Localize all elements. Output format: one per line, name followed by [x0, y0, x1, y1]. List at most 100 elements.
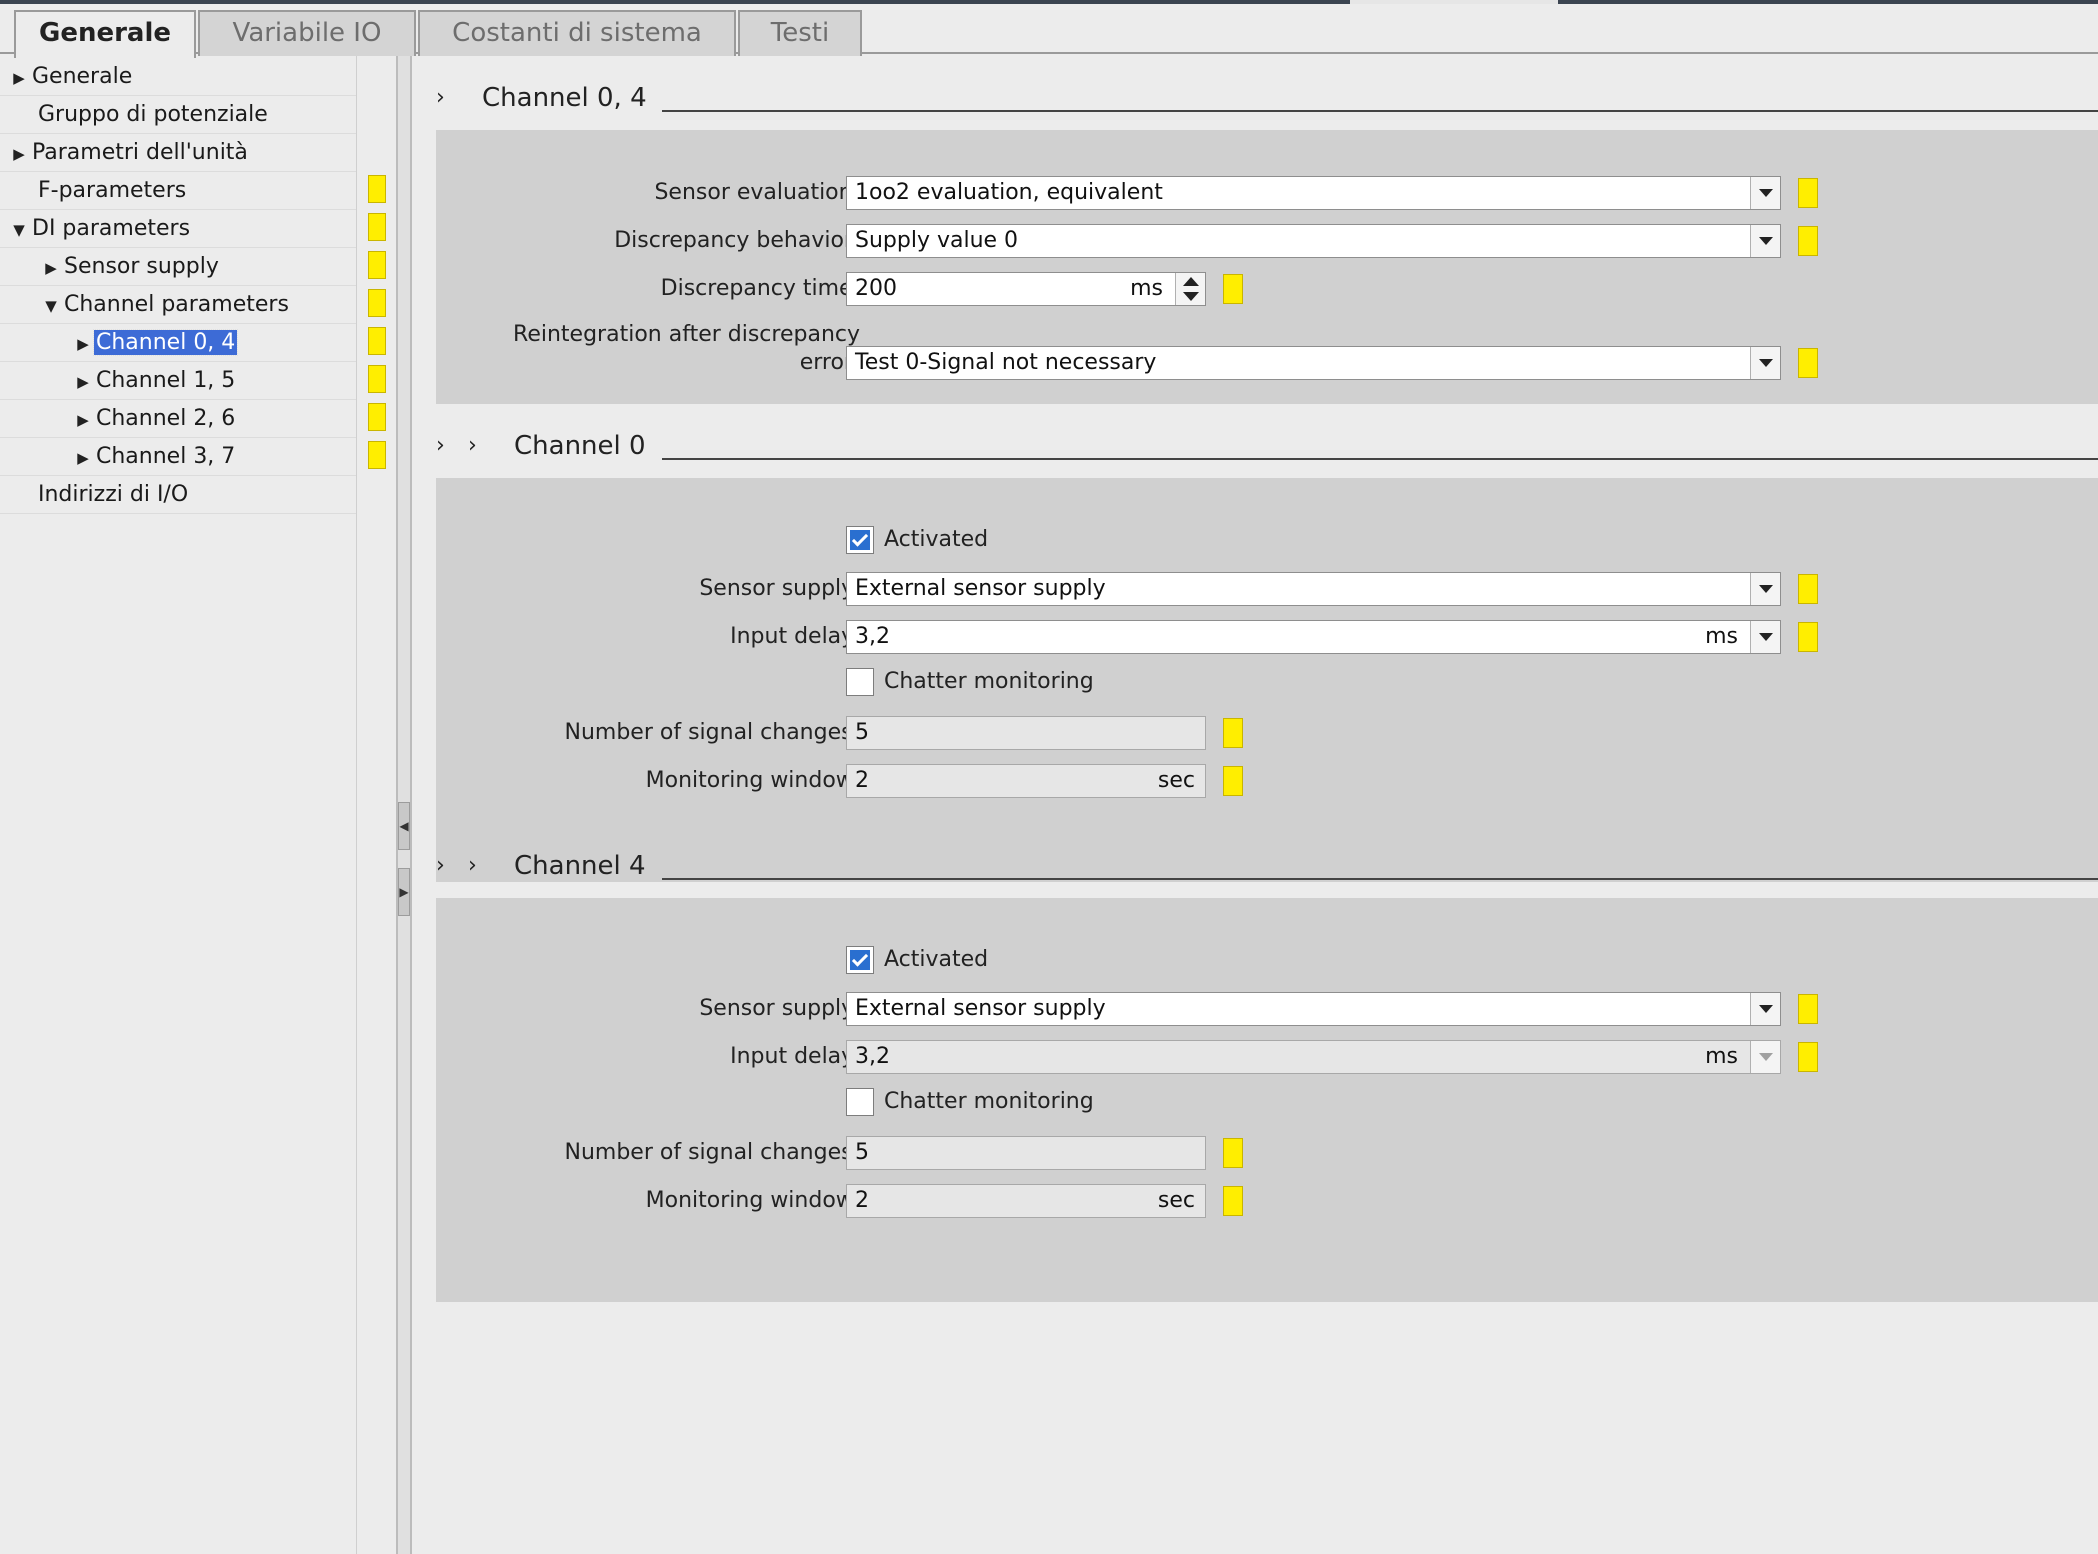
status-marker: [1223, 766, 1243, 796]
tab-testi[interactable]: Testi: [738, 10, 862, 56]
panel-channel-4: Activated Sensor supply: External sensor…: [436, 898, 2098, 1302]
nav-item-di-parameters[interactable]: ▼ DI parameters: [0, 210, 356, 248]
expand-arrow-icon[interactable]: ▶: [8, 135, 30, 173]
nav-item-channel-0-4[interactable]: ▶ Channel 0, 4: [0, 324, 356, 362]
status-marker: [1798, 622, 1818, 652]
section-divider: [662, 458, 2098, 460]
chevron-down-icon[interactable]: [1750, 177, 1780, 209]
tab-variabile-io[interactable]: Variabile IO: [198, 10, 416, 56]
discrepancy-time-spinbox[interactable]: 200 ms: [846, 272, 1206, 306]
nav-item-channel-parameters[interactable]: ▼ Channel parameters: [0, 286, 356, 324]
chatter-monitoring-label: Chatter monitoring: [884, 669, 1094, 694]
panel-channel-0-4: Sensor evaluation: 1oo2 evaluation, equi…: [436, 130, 2098, 404]
chevron-right-icon[interactable]: ›: [436, 846, 445, 886]
nav-item-channel-3-7[interactable]: ▶ Channel 3, 7: [0, 438, 356, 476]
navigation-tree: ▶ Generale Gruppo di potenziale ▶ Parametr…: [0, 56, 412, 1554]
collapse-arrow-icon[interactable]: ▼: [40, 287, 62, 325]
chevron-down-icon[interactable]: [1750, 347, 1780, 379]
nav-item-gruppo-di-potenziale[interactable]: Gruppo di potenziale: [0, 96, 356, 134]
nav-item-f-parameters[interactable]: F-parameters: [0, 172, 356, 210]
chatter-monitoring-checkbox[interactable]: [846, 1088, 874, 1116]
status-marker: [1223, 718, 1243, 748]
nav-status-marker: [368, 403, 386, 431]
chevron-down-icon[interactable]: [1750, 225, 1780, 257]
monitoring-window-label: Monitoring window:: [645, 768, 860, 793]
status-marker: [1798, 574, 1818, 604]
chevron-right-icon[interactable]: ›: [468, 426, 477, 466]
section-title: Channel 0, 4: [482, 83, 647, 113]
input-delay-combo: 3,2 ms: [846, 1040, 1781, 1074]
activated-label: Activated: [884, 947, 989, 972]
input-delay-combo[interactable]: 3,2 ms: [846, 620, 1781, 654]
nav-item-sensor-supply[interactable]: ▶ Sensor supply: [0, 248, 356, 286]
expand-arrow-icon[interactable]: ▶: [40, 249, 62, 287]
unit-label: sec: [1157, 768, 1195, 793]
expand-arrow-icon[interactable]: ▶: [72, 363, 94, 401]
monitoring-window-field: 2 sec: [846, 1184, 1206, 1218]
sensor-evaluation-label: Sensor evaluation:: [654, 180, 860, 205]
signal-changes-label: Number of signal changes:: [564, 720, 860, 745]
nav-item-indirizzi-io[interactable]: Indirizzi di I/O: [0, 476, 356, 514]
collapse-arrow-icon[interactable]: ▼: [8, 211, 30, 249]
tab-bar: Generale Variabile IO Costanti di sistem…: [0, 4, 2098, 58]
nav-item-parametri-unita[interactable]: ▶ Parametri dell'unità: [0, 134, 356, 172]
chatter-monitoring-checkbox[interactable]: [846, 668, 874, 696]
chevron-right-icon[interactable]: ›: [468, 846, 477, 886]
section-divider: [662, 878, 2098, 880]
activated-checkbox[interactable]: [846, 946, 874, 974]
spinner-icon[interactable]: [1175, 273, 1205, 305]
unit-label: sec: [1157, 1188, 1195, 1213]
signal-changes-label: Number of signal changes:: [564, 1140, 860, 1165]
chevron-right-icon[interactable]: ›: [436, 78, 445, 118]
monitoring-window-field: 2 sec: [846, 764, 1206, 798]
reintegration-dropdown[interactable]: Test 0-Signal not necessary: [846, 346, 1781, 380]
discrepancy-behavior-label: Discrepancy behavior:: [614, 228, 860, 253]
activated-label: Activated: [884, 527, 989, 552]
input-delay-label: Input delay:: [730, 1044, 860, 1069]
chevron-down-icon[interactable]: [1750, 993, 1780, 1025]
status-marker: [1798, 178, 1818, 208]
unit-label: ms: [1130, 276, 1163, 301]
signal-changes-field: 5: [846, 1136, 1206, 1170]
nav-item-channel-2-6[interactable]: ▶ Channel 2, 6: [0, 400, 356, 438]
signal-changes-field: 5: [846, 716, 1206, 750]
sensor-supply-dropdown[interactable]: External sensor supply: [846, 572, 1781, 606]
chevron-right-icon[interactable]: ›: [436, 426, 445, 466]
status-marker: [1798, 226, 1818, 256]
tab-generale[interactable]: Generale: [14, 10, 196, 58]
status-marker: [1798, 348, 1818, 378]
sensor-supply-label: Sensor supply:: [699, 996, 860, 1021]
chevron-down-icon[interactable]: [1750, 621, 1780, 653]
status-marker: [1798, 1042, 1818, 1072]
discrepancy-time-label: Discrepancy time:: [660, 276, 860, 301]
chevron-down-icon: [1750, 1041, 1780, 1073]
section-header-channel-4[interactable]: › › Channel 4: [412, 846, 2098, 886]
parameter-content: › Channel 0, 4 Sensor evaluation: 1oo2 e…: [412, 56, 2098, 1554]
nav-item-generale[interactable]: ▶ Generale: [0, 58, 356, 96]
reintegration-label-line1: Reintegration after discrepancy: [513, 322, 860, 347]
section-header-channel-0-4[interactable]: › Channel 0, 4: [412, 78, 2098, 118]
status-marker: [1798, 994, 1818, 1024]
sensor-evaluation-dropdown[interactable]: 1oo2 evaluation, equivalent: [846, 176, 1781, 210]
expand-arrow-icon[interactable]: ▶: [8, 59, 30, 97]
activated-checkbox[interactable]: [846, 526, 874, 554]
chevron-down-icon[interactable]: [1750, 573, 1780, 605]
sensor-supply-dropdown[interactable]: External sensor supply: [846, 992, 1781, 1026]
section-divider: [662, 110, 2098, 112]
section-header-channel-0[interactable]: › › Channel 0: [412, 426, 2098, 466]
nav-status-marker: [368, 441, 386, 469]
discrepancy-behavior-dropdown[interactable]: Supply value 0: [846, 224, 1781, 258]
section-title: Channel 0: [514, 431, 646, 461]
status-marker: [1223, 274, 1243, 304]
collapse-left-icon[interactable]: ◀: [398, 802, 410, 850]
expand-right-icon[interactable]: ▶: [398, 868, 410, 916]
expand-arrow-icon[interactable]: ▶: [72, 325, 94, 363]
nav-item-channel-1-5[interactable]: ▶ Channel 1, 5: [0, 362, 356, 400]
tab-costanti-di-sistema[interactable]: Costanti di sistema: [418, 10, 736, 56]
section-title: Channel 4: [514, 851, 646, 881]
expand-arrow-icon[interactable]: ▶: [72, 439, 94, 477]
expand-arrow-icon[interactable]: ▶: [72, 401, 94, 439]
chatter-monitoring-label: Chatter monitoring: [884, 1089, 1094, 1114]
panel-channel-0: Activated Sensor supply: External sensor…: [436, 478, 2098, 882]
sensor-supply-label: Sensor supply:: [699, 576, 860, 601]
